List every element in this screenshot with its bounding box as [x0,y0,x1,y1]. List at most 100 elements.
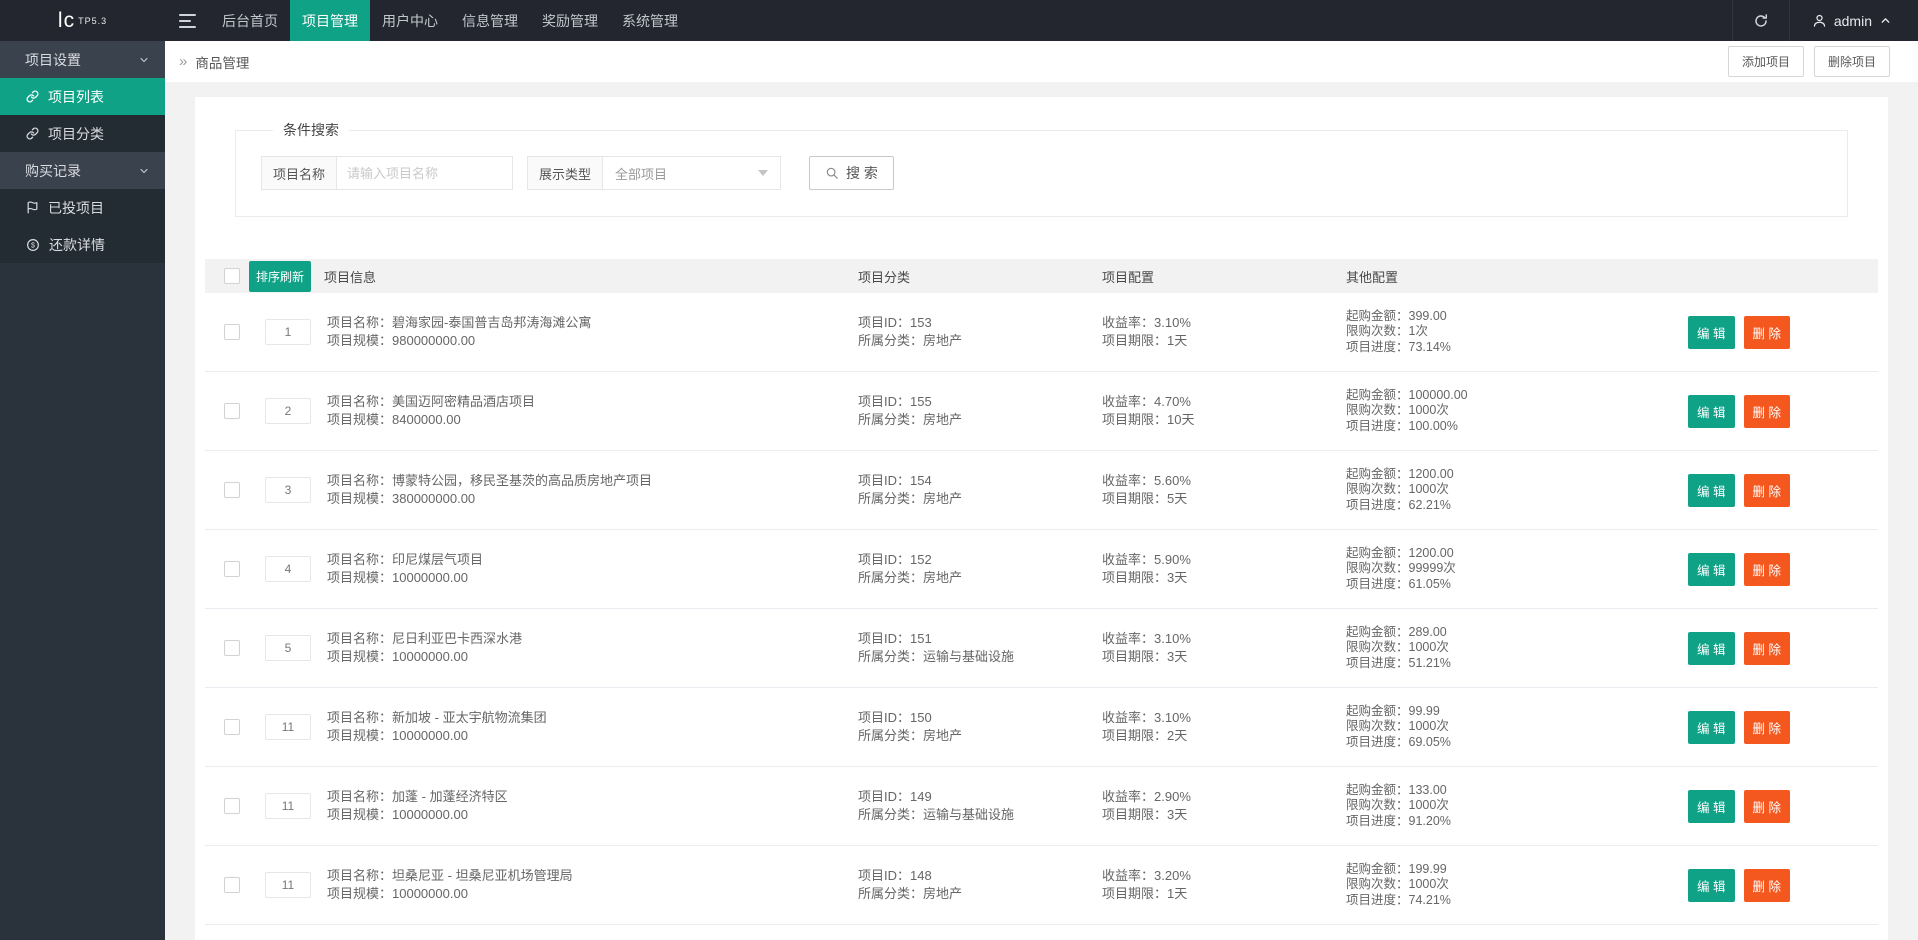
field-label: 项目进度： [1346,497,1409,512]
project-term-value: 3天 [1167,570,1188,585]
row-checkbox[interactable] [224,719,240,735]
row-checkbox[interactable] [224,798,240,814]
row-checkbox[interactable] [224,561,240,577]
project-term-value: 10天 [1167,412,1195,427]
user-menu[interactable]: admin [1790,0,1918,41]
refresh-button[interactable] [1731,0,1790,41]
edit-button[interactable]: 编 辑 [1688,315,1735,349]
sort-order-input[interactable] [265,793,311,819]
edit-button[interactable]: 编 辑 [1688,631,1735,665]
username: admin [1833,12,1872,29]
sidebar-item[interactable]: 已投项目 [0,189,165,226]
sidebar: 项目设置 项目列表 项目分类 购买记录已投项目 $ 还款详情 [0,41,165,940]
sort-order-input[interactable] [265,635,311,661]
sidebar-item[interactable]: $ 还款详情 [0,226,165,263]
edit-button[interactable]: 编 辑 [1688,710,1735,744]
project-scale-value: 10000000.00 [392,649,468,664]
delete-button[interactable]: 删 除 [1743,394,1790,428]
delete-project-button[interactable]: 删除项目 [1813,46,1890,77]
project-id-value: 150 [910,709,932,725]
project-scale-value: 980000000.00 [392,333,476,348]
delete-button[interactable]: 删 除 [1743,868,1790,902]
row-checkbox[interactable] [224,877,240,893]
field-label: 项目规模： [327,570,393,585]
delete-button[interactable]: 删 除 [1743,710,1790,744]
row-checkbox[interactable] [224,482,240,498]
project-min-amount-value: 1200.00 [1408,545,1454,560]
project-min-amount-value: 100000.00 [1408,387,1468,402]
sidebar-group[interactable]: 项目设置 [0,41,165,78]
delete-button[interactable]: 删 除 [1743,315,1790,349]
project-rate-value: 3.10% [1154,630,1191,646]
search-form: 项目名称 展示类型 全部项目 搜 索 [261,156,1822,190]
edit-button[interactable]: 编 辑 [1688,868,1735,902]
sidebar-group[interactable]: 购买记录 [0,152,165,189]
display-type-select[interactable]: 全部项目 [603,156,782,190]
sort-order-input[interactable] [265,319,311,345]
project-category-value: 运输与基础设施 [923,649,1015,664]
project-limit-value: 1000次 [1408,403,1449,418]
field-label: 项目ID： [858,867,911,883]
search-icon [825,166,839,180]
sort-refresh-button[interactable]: 排序刷新 [249,260,312,292]
search-button[interactable]: 搜 索 [809,156,894,190]
sort-order-input[interactable] [265,398,311,424]
field-label: 所属分类： [858,728,924,743]
project-scale-value: 10000000.00 [392,570,468,585]
project-progress-value: 74.21% [1408,892,1451,907]
field-label: 所属分类： [858,807,924,822]
field-label: 项目规模： [327,886,393,901]
add-project-button[interactable]: 添加项目 [1727,46,1804,77]
row-checkbox[interactable] [224,640,240,656]
field-label: 起购金额： [1346,624,1409,639]
project-name-label: 项目名称 [261,156,338,190]
field-label: 项目期限： [1102,333,1168,348]
project-category-value: 房地产 [923,886,963,901]
field-label: 项目进度： [1346,734,1409,749]
menu-toggle-icon[interactable] [165,0,210,41]
project-id-value: 154 [910,472,932,488]
delete-button[interactable]: 删 除 [1743,473,1790,507]
nav-item[interactable]: 用户中心 [370,0,450,41]
nav-item[interactable]: 奖励管理 [530,0,610,41]
project-id-value: 149 [910,788,932,804]
project-category-value: 房地产 [923,570,963,585]
project-term-value: 1天 [1167,886,1188,901]
sidebar-item[interactable]: 项目列表 [0,78,165,115]
sidebar-item[interactable]: 项目分类 [0,115,165,152]
delete-button[interactable]: 删 除 [1743,552,1790,586]
sort-order-input[interactable] [265,556,311,582]
nav-item[interactable]: 系统管理 [610,0,690,41]
field-label: 项目进度： [1346,418,1409,433]
sidebar-item-label: 已投项目 [48,199,104,216]
edit-button[interactable]: 编 辑 [1688,552,1735,586]
delete-button[interactable]: 删 除 [1743,631,1790,665]
project-name-input[interactable] [337,156,514,190]
row-checkbox[interactable] [224,324,240,340]
nav-item[interactable]: 后台首页 [210,0,290,41]
field-label: 起购金额： [1346,387,1409,402]
column-header-info: 项目信息 [324,269,377,285]
project-category-value: 房地产 [923,333,963,348]
nav-item[interactable]: 信息管理 [450,0,530,41]
sort-order-input[interactable] [265,714,311,740]
sort-order-input[interactable] [265,872,311,898]
user-icon [1812,13,1827,28]
edit-button[interactable]: 编 辑 [1688,394,1735,428]
nav-item[interactable]: 项目管理 [290,0,370,41]
field-label: 限购次数： [1346,798,1409,813]
row-checkbox[interactable] [224,403,240,419]
field-label: 收益率： [1102,709,1155,725]
edit-button[interactable]: 编 辑 [1688,473,1735,507]
edit-button[interactable]: 编 辑 [1688,789,1735,823]
project-category-value: 运输与基础设施 [923,807,1015,822]
content-card: 条件搜索 项目名称 展示类型 全部项目 搜 索 [195,97,1888,940]
sort-order-input[interactable] [265,477,311,503]
select-all-checkbox[interactable] [224,268,240,284]
project-name-value: 美国迈阿密精品酒店项目 [392,393,536,409]
field-label: 项目规模： [327,649,393,664]
field-label: 项目ID： [858,393,911,409]
delete-button[interactable]: 删 除 [1743,789,1790,823]
field-label: 限购次数： [1346,719,1409,734]
project-limit-value: 99999次 [1408,561,1456,576]
